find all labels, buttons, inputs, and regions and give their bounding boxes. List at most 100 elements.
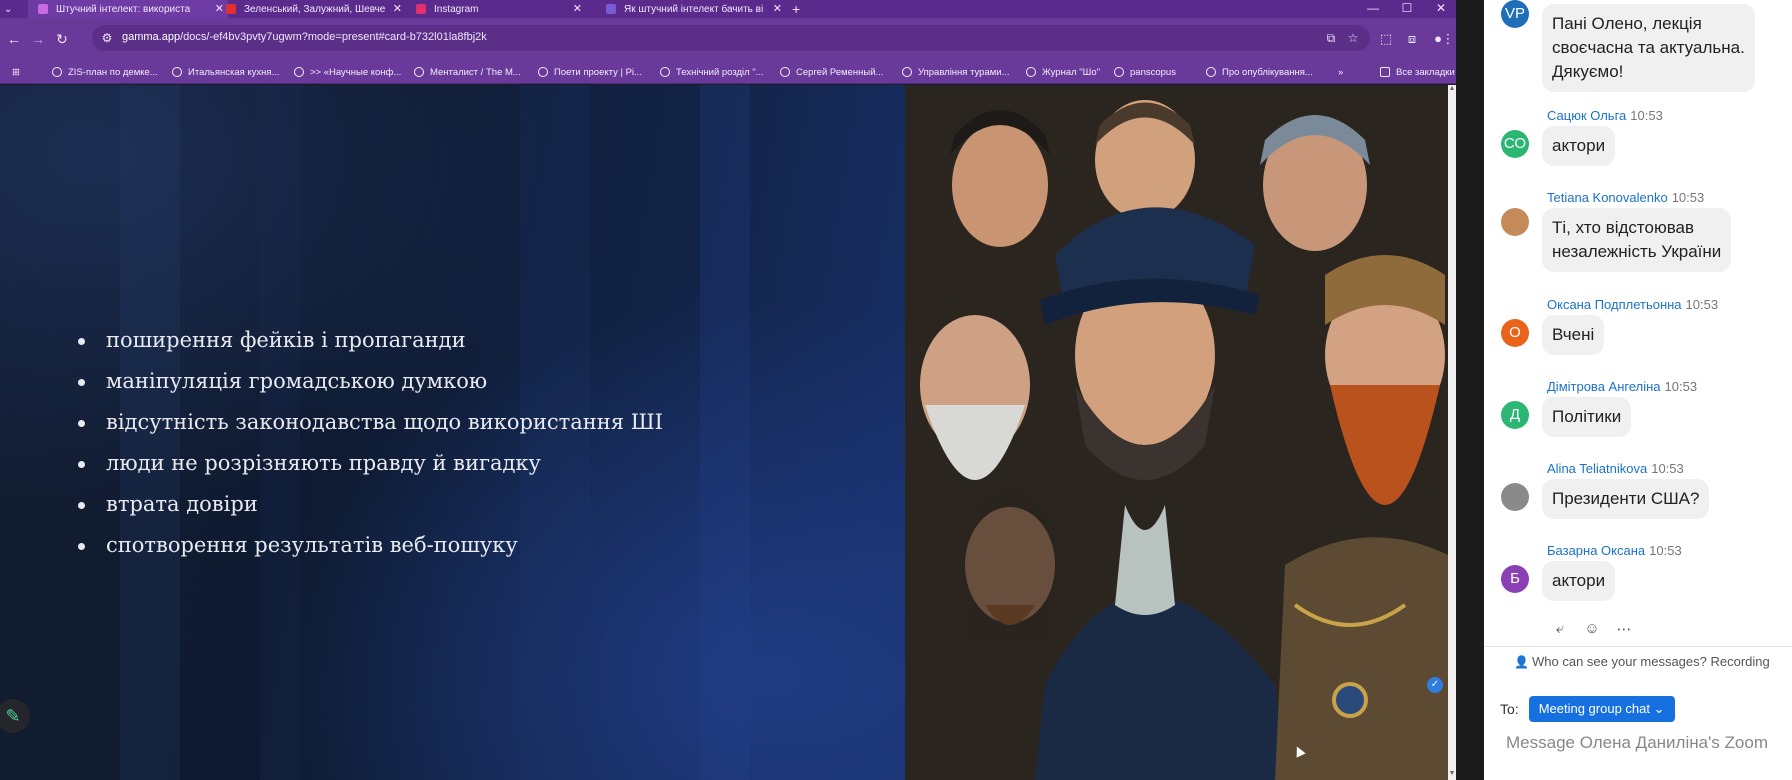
message-text-line: актори <box>1552 136 1606 155</box>
browser-tab[interactable]: Як штучний інтелект бачить ві ✕ <box>596 0 786 18</box>
sender-name[interactable]: Tetiana Konovalenko <box>1547 190 1668 205</box>
globe-icon <box>172 67 182 77</box>
message-bubble[interactable]: Вчені <box>1542 315 1605 355</box>
message-bubble[interactable]: Політики <box>1542 397 1632 437</box>
tab-title: Як штучний інтелект бачить ві <box>624 3 764 15</box>
install-app-icon[interactable]: ⧉ <box>1324 31 1338 45</box>
bookmark-label: panscopus <box>1130 66 1176 78</box>
add-reaction-icon[interactable]: ☺ <box>1582 620 1602 638</box>
bookmark-item[interactable]: Управління турами... <box>902 65 1010 79</box>
browser-tab[interactable]: Зеленський, Залужний, Шевче ✕ <box>216 0 406 18</box>
back-button[interactable]: ← <box>4 29 24 49</box>
forward-button[interactable]: → <box>28 29 48 49</box>
recipient-dropdown[interactable]: Meeting group chat ⌄ <box>1528 696 1675 722</box>
globe-icon <box>1114 67 1124 77</box>
bookmark-label: >> «Научные конф... <box>310 66 402 78</box>
avatar[interactable]: Б <box>1501 565 1529 593</box>
portrait-illustration <box>905 85 1448 780</box>
tab-title: Зеленський, Залужний, Шевче <box>244 3 386 15</box>
message-time: 10:53 <box>1649 543 1682 558</box>
more-options-icon[interactable]: ⋯ <box>1614 620 1634 638</box>
bookmark-item[interactable]: Поети проекту | Рі... <box>538 65 642 79</box>
tab-title: Штучний інтелект: використа <box>56 3 191 15</box>
visibility-notice[interactable]: 👤 Who can see your messages? Recording <box>1484 646 1792 676</box>
bookmark-item[interactable]: Технічний розділ "... <box>660 65 764 79</box>
message-bubble[interactable]: Пані Олено, лекція своєчасна та актуальна… <box>1542 4 1755 92</box>
message-bubble[interactable]: Ті, хто відстоював незалежність України <box>1542 208 1732 272</box>
message-sender: Сацюк Ольга 10:53 <box>1547 108 1663 123</box>
bookmark-item[interactable]: Менталист / The M... <box>414 65 521 79</box>
message-text-line: своєчасна та актуальна. <box>1552 38 1745 57</box>
bookmark-item[interactable]: ZIS-план по демке... <box>52 65 158 79</box>
vertical-scrollbar[interactable]: ▲ ▼ <box>1448 85 1456 780</box>
browser-tab[interactable]: Штучний інтелект: використа ✕ <box>28 0 228 18</box>
bookmark-item[interactable]: Сергей Ременный... <box>780 65 883 79</box>
bullet-item: втрата довіри <box>78 484 663 525</box>
bookmark-item[interactable]: Про опублікування... <box>1206 65 1313 79</box>
bookmark-item[interactable]: Журнал "Шо" <box>1026 65 1100 79</box>
new-tab-button[interactable]: + <box>792 0 808 18</box>
message-input[interactable]: Message Олена Даниліна's Zoom <box>1506 733 1768 753</box>
message-bubble[interactable]: Президенти США? <box>1542 479 1710 519</box>
scroll-down-arrow-icon[interactable]: ▼ <box>1448 770 1456 780</box>
tab-close-icon[interactable]: ✕ <box>393 2 402 15</box>
bullet-item: маніпуляція громадською думкою <box>78 361 663 402</box>
all-bookmarks-folder[interactable]: Все закладки <box>1380 65 1455 79</box>
tab-bar: ⌄ Штучний інтелект: використа ✕ Зеленський,… <box>0 0 1456 18</box>
message-time: 10:53 <box>1664 379 1698 394</box>
avatar[interactable] <box>1501 483 1529 511</box>
tab-favicon-icon <box>226 4 236 14</box>
tab-close-icon[interactable]: ✕ <box>573 2 582 15</box>
bookmark-item[interactable]: >> «Научные конф... <box>294 65 401 79</box>
sender-name[interactable]: Alina Teliatnikova <box>1547 461 1647 476</box>
bookmark-label: ZIS-план по демке... <box>68 66 158 78</box>
sender-name[interactable]: Базарна Оксана <box>1547 543 1645 558</box>
avatar[interactable]: Д <box>1501 401 1529 429</box>
avatar[interactable]: VP <box>1501 0 1529 28</box>
message-bubble[interactable]: актори <box>1542 126 1616 166</box>
message-sender: Alina Teliatnikova 10:53 <box>1547 461 1684 476</box>
sender-name[interactable]: Оксана Подплетьонна <box>1547 297 1682 312</box>
avatar[interactable]: О <box>1501 319 1529 347</box>
window-minimize-button[interactable]: — <box>1356 0 1390 18</box>
bookmark-star-icon[interactable]: ☆ <box>1346 31 1360 45</box>
slide-text-panel: поширення фейків і пропаганди маніпуляція… <box>0 85 905 780</box>
bookmark-label: Сергей Ременный... <box>796 66 884 78</box>
extension-icon[interactable]: ⬚ <box>1376 29 1396 49</box>
sender-name[interactable]: Сацюк Ольга <box>1547 108 1626 123</box>
edit-pencil-button[interactable]: ✎ <box>0 699 30 733</box>
to-label: To: <box>1500 701 1519 717</box>
window-maximize-button[interactable]: ☐ <box>1390 0 1424 18</box>
avatar[interactable]: СО <box>1501 130 1529 158</box>
bookmark-item[interactable]: Итальянская кухня... <box>172 65 280 79</box>
avatar[interactable] <box>1501 208 1529 236</box>
message-text-line: Президенти США? <box>1552 489 1700 508</box>
message-text-line: Пані Олено, лекція <box>1552 14 1702 33</box>
tab-close-icon[interactable]: ✕ <box>773 2 782 15</box>
tab-search-chevron-icon[interactable]: ⌄ <box>4 0 24 18</box>
bullet-item: спотворення результатів веб-пошуку <box>78 525 663 566</box>
globe-icon <box>1206 67 1216 77</box>
bookmarks-overflow-button[interactable]: » <box>1338 65 1343 79</box>
reply-icon[interactable]: ⤶ <box>1550 620 1570 638</box>
tab-favicon-icon <box>606 4 616 14</box>
bullet-item: люди не розрізняють правду й вигадку <box>78 443 663 484</box>
window-close-button[interactable]: ✕ <box>1424 0 1456 18</box>
globe-icon <box>1026 67 1036 77</box>
address-bar[interactable]: ⚙ gamma.app/docs/-ef4bv3pvty7ugwm?mode=p… <box>92 25 1370 51</box>
message-bubble[interactable]: актори <box>1542 561 1616 601</box>
reload-button[interactable]: ↻ <box>52 29 72 49</box>
browser-tab[interactable]: Instagram ✕ <box>406 0 586 18</box>
extensions-puzzle-icon[interactable]: ⧈ <box>1402 29 1422 49</box>
site-info-icon[interactable]: ⚙ <box>100 31 114 45</box>
address-bar-row: ← → ↻ ⚙ gamma.app/docs/-ef4bv3pvty7ugwm?… <box>0 18 1456 60</box>
sender-name[interactable]: Дімітрова Ангеліна <box>1547 379 1661 394</box>
folder-icon <box>1380 67 1390 77</box>
scroll-up-arrow-icon[interactable]: ▲ <box>1448 85 1456 95</box>
apps-grid-icon[interactable]: ⊞ <box>12 65 20 79</box>
url-host: gamma.app <box>122 31 181 43</box>
message-text-line: актори <box>1552 571 1606 590</box>
bookmark-item[interactable]: panscopus <box>1114 65 1176 79</box>
menu-kebab-icon[interactable]: ⋮ <box>1438 29 1456 49</box>
url-path: /docs/-ef4bv3pvty7ugwm?mode=present#card… <box>180 31 487 43</box>
